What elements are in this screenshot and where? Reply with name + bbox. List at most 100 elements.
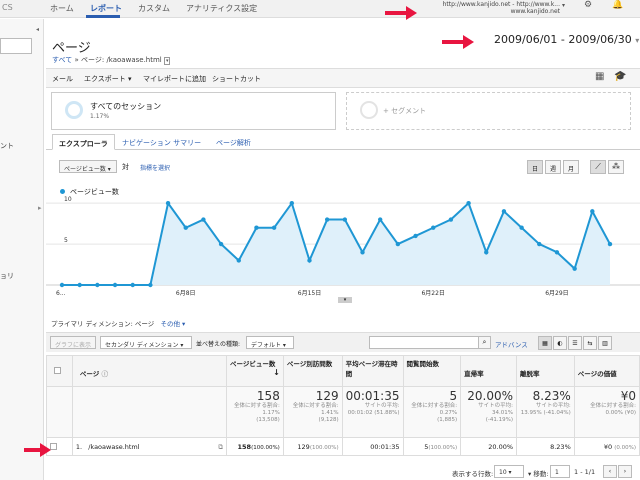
motion-chart-icon[interactable]: ⁂ bbox=[608, 160, 624, 174]
col-header-avg-time[interactable]: 平均ページ滞在時間 bbox=[341, 355, 404, 387]
col-header-page-value[interactable]: ページの価値 bbox=[573, 355, 640, 387]
chevron-down-icon: ▾ bbox=[635, 36, 640, 45]
nav-tab-custom[interactable]: カスタム bbox=[138, 3, 170, 14]
data-point-18 bbox=[360, 250, 365, 255]
comparison-view-icon[interactable]: ⇆ bbox=[583, 336, 597, 350]
sidebar-search-input[interactable] bbox=[0, 38, 32, 54]
sidebar-item-1[interactable]: ント bbox=[0, 141, 14, 151]
primary-dimension-bar: プライマリ ディメンション: ページ その他 ▾ bbox=[51, 318, 185, 328]
chevron-down-icon[interactable]: ▾ bbox=[562, 2, 565, 9]
x-tick-label-1: 6月8日 bbox=[176, 290, 196, 297]
legend-marker bbox=[60, 189, 65, 194]
add-to-dashboard-button[interactable]: マイレポートに追加 bbox=[143, 74, 206, 84]
week-button[interactable]: 週 bbox=[545, 160, 561, 174]
advanced-filter-link[interactable]: アドバンス bbox=[495, 339, 528, 349]
plot-rows-button[interactable]: グラフに表示 bbox=[50, 336, 96, 349]
add-segment-button[interactable]: + セグメント bbox=[346, 92, 631, 130]
gear-icon[interactable]: ⚙ bbox=[584, 0, 592, 10]
col-header-exit-rate[interactable]: 離脱率 bbox=[516, 355, 575, 387]
goto-input[interactable]: 1 bbox=[550, 465, 570, 478]
email-button[interactable]: メール bbox=[52, 74, 73, 84]
annotation-arrowhead-account bbox=[406, 6, 417, 20]
tab-navigation-summary[interactable]: ナビゲーション サマリー bbox=[116, 134, 207, 150]
data-point-13 bbox=[271, 225, 277, 230]
collapse-sidebar-icon[interactable]: ◂ bbox=[36, 26, 44, 36]
data-point-14 bbox=[289, 200, 295, 206]
account-url: http://www.kanjido.net - http://www.k... bbox=[442, 1, 560, 8]
versus-label: 対 bbox=[122, 163, 129, 171]
other-dimension-link[interactable]: その他 ▾ bbox=[160, 320, 185, 328]
segment-all-sessions[interactable]: すべてのセッション 1.17% bbox=[51, 92, 336, 130]
shortcut-button[interactable]: ショートカット bbox=[212, 74, 261, 84]
col-header-pageviews[interactable]: ページビュー数 ↓ bbox=[226, 355, 284, 387]
sidebar-scroll-handle[interactable]: ▸ bbox=[38, 204, 42, 212]
search-icon[interactable]: ⌕ bbox=[478, 336, 491, 349]
table-row[interactable]: 1. /kaoawase.html ⧉ 158(100.00%) 129(100.… bbox=[46, 437, 640, 456]
data-point-31 bbox=[590, 209, 595, 214]
pivot-view-icon[interactable]: ▥ bbox=[598, 336, 612, 350]
col-header-unique-pageviews[interactable]: ページ別訪問数 bbox=[282, 355, 343, 387]
page-link[interactable]: /kaoawase.html bbox=[88, 443, 139, 451]
data-point-5 bbox=[130, 282, 135, 288]
data-point-12 bbox=[254, 225, 259, 230]
qr-icon[interactable]: ▦ bbox=[595, 71, 604, 82]
report-toolbar: メール エクスポート ▾ マイレポートに追加 ショートカット ▦ 🎓 bbox=[46, 68, 640, 88]
col-header-page[interactable]: ページ ⓘ bbox=[71, 355, 228, 387]
data-point-29 bbox=[554, 250, 560, 255]
table-view-icon[interactable]: ▦ bbox=[538, 336, 552, 350]
col-header-bounce-rate[interactable]: 直帰率 bbox=[460, 355, 518, 387]
data-point-19 bbox=[377, 217, 383, 222]
next-page-button[interactable]: › bbox=[618, 465, 632, 478]
performance-view-icon[interactable]: ☰ bbox=[568, 336, 582, 350]
total-unique-pageviews: 129 bbox=[315, 389, 339, 403]
breadcrumb-current: ページ: /kaoawase.html bbox=[81, 56, 162, 64]
select-all-checkbox[interactable] bbox=[46, 355, 73, 387]
rows-per-page-select[interactable]: 10 ▾ bbox=[494, 465, 524, 478]
x-tick-label-start: 6... bbox=[56, 290, 66, 297]
line-chart-icon[interactable]: ⟋ bbox=[590, 160, 606, 174]
active-tab-indicator bbox=[86, 15, 120, 18]
report-tabs: エクスプローラ ナビゲーション サマリー ページ解析 bbox=[46, 134, 640, 150]
data-point-27 bbox=[519, 225, 524, 230]
export-button[interactable]: エクスポート ▾ bbox=[84, 74, 132, 84]
tab-in-page[interactable]: ページ解析 bbox=[210, 134, 257, 150]
account-property: www.kanjido.net bbox=[510, 8, 560, 15]
annotation-arrowhead-row bbox=[40, 443, 51, 457]
month-button[interactable]: 月 bbox=[563, 160, 579, 174]
annotation-arrowhead-date bbox=[463, 35, 474, 49]
nav-tab-reports[interactable]: レポート bbox=[90, 3, 122, 14]
date-range-text: 2009/06/01 - 2009/06/30 bbox=[494, 33, 632, 46]
tab-explorer[interactable]: エクスプローラ bbox=[52, 134, 115, 150]
nav-tab-home[interactable]: ホーム bbox=[50, 3, 74, 14]
secondary-dimension-dropdown[interactable]: セカンダリ ディメンション ▾ bbox=[100, 336, 192, 349]
breadcrumb-all-link[interactable]: すべて bbox=[52, 56, 72, 64]
day-button[interactable]: 日 bbox=[527, 160, 543, 174]
bell-icon[interactable]: 🔔 bbox=[612, 0, 623, 10]
x-tick-label-3: 6月22日 bbox=[421, 290, 444, 297]
sort-type-dropdown[interactable]: デフォルト ▾ bbox=[246, 336, 294, 349]
pageviews-chart: 5 10 6... 6月8日 6月15日 6月22日 6月29日 bbox=[46, 196, 640, 297]
open-external-icon[interactable]: ⧉ bbox=[218, 443, 223, 452]
prev-page-button[interactable]: ‹ bbox=[603, 465, 617, 478]
nav-tab-admin[interactable]: アナリティクス設定 bbox=[186, 3, 257, 14]
chart-collapse-handle[interactable]: ▾ bbox=[338, 297, 352, 303]
breadcrumb-dropdown-icon[interactable]: ▾ bbox=[163, 57, 171, 65]
graduation-cap-icon[interactable]: 🎓 bbox=[614, 71, 626, 82]
data-point-20 bbox=[395, 241, 401, 247]
sidebar-item-2[interactable]: ョリ bbox=[0, 271, 14, 281]
left-sidebar: ント ョリ ▸ bbox=[0, 19, 44, 480]
account-selector[interactable]: http://www.kanjido.net - http://www.k...… bbox=[420, 1, 560, 15]
data-point-10 bbox=[218, 241, 224, 247]
segment-label: すべてのセッション bbox=[90, 102, 162, 111]
date-range-picker[interactable]: 2009/06/01 - 2009/06/30 ▾ bbox=[494, 33, 639, 46]
data-point-32 bbox=[607, 241, 613, 247]
pie-view-icon[interactable]: ◐ bbox=[553, 336, 567, 350]
data-point-9 bbox=[201, 217, 206, 222]
col-header-entrances[interactable]: 閲覧開始数 bbox=[402, 355, 462, 387]
metric-dropdown[interactable]: ページビュー数 ▾ bbox=[59, 160, 117, 173]
select-metric-link[interactable]: 指標を選択 bbox=[140, 163, 170, 172]
y-tick-label-10: 10 bbox=[64, 196, 72, 203]
table-search-input[interactable] bbox=[369, 336, 491, 349]
breadcrumb-separator: » bbox=[74, 56, 79, 64]
data-point-16 bbox=[324, 217, 330, 222]
